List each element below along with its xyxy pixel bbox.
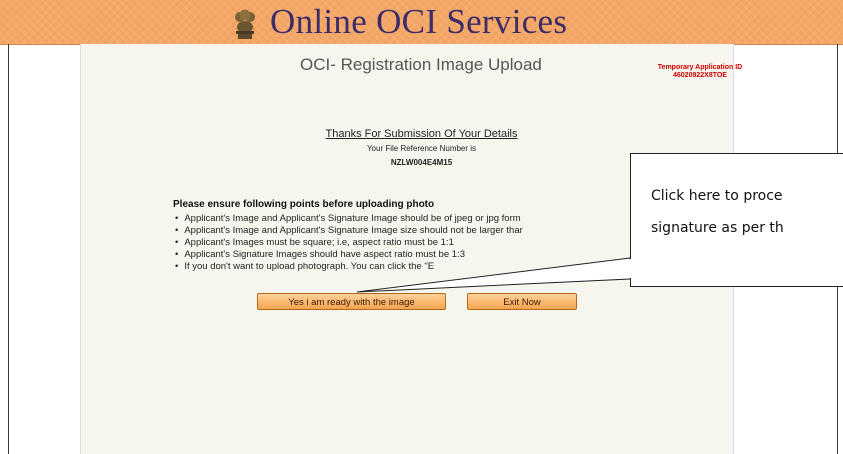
temporary-application-id: Temporary Application ID 46020922X8TOE (640, 64, 760, 80)
temp-id-label: Temporary Application ID (657, 64, 743, 71)
exit-now-button[interactable]: Exit Now (467, 293, 577, 310)
callout-line-2: signature as per th (651, 220, 784, 236)
instruction-item: Applicant's Signature Images should have… (175, 249, 655, 261)
instruction-item: Applicant's Image and Applicant's Signat… (175, 225, 655, 237)
ready-with-image-button[interactable]: Yes i am ready with the image (257, 293, 446, 310)
temp-id-value: 46020922X8TOE (673, 72, 727, 79)
callout-box: Click here to proce signature as per th (630, 153, 843, 287)
page-title: OCI- Registration Image Upload (300, 55, 542, 74)
header-banner: Online OCI Services (0, 0, 843, 45)
callout-line-1: Click here to proce (651, 188, 783, 204)
thanks-message: Thanks For Submission Of Your Details (325, 128, 518, 140)
instruction-item: Applicant's Image and Applicant's Signat… (175, 213, 655, 225)
national-emblem-icon (235, 9, 255, 39)
instructions-heading: Please ensure following points before up… (173, 199, 435, 210)
site-title: Online OCI Services (270, 2, 568, 41)
instruction-item: If you don't want to upload photograph. … (175, 261, 655, 273)
instructions-list: Applicant's Image and Applicant's Signat… (175, 213, 655, 273)
reference-label: Your File Reference Number is (366, 144, 477, 153)
instruction-item: Applicant's Images must be square; i.e, … (175, 237, 655, 249)
